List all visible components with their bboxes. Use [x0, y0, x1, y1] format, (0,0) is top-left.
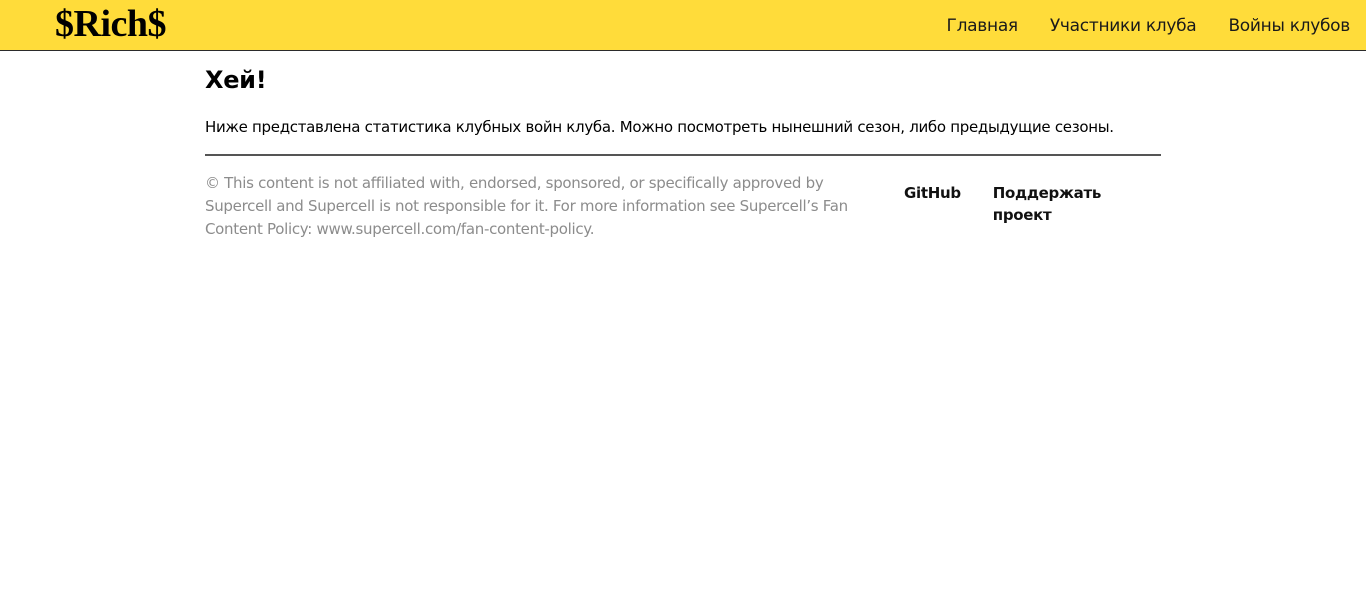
brand-logo[interactable]: $Rich$: [55, 3, 167, 45]
divider: [205, 154, 1161, 156]
nav-link-home[interactable]: Главная: [947, 14, 1019, 38]
fan-content-disclaimer: © This content is not affiliated with, e…: [205, 174, 848, 238]
nav-links: Главная Участники клуба Войны клубов: [947, 14, 1351, 38]
page-heading: Хей!: [205, 66, 267, 94]
nav-link-club-wars[interactable]: Войны клубов: [1228, 14, 1350, 38]
support-project-link[interactable]: Поддержать проект: [993, 182, 1161, 226]
footer-links: GitHub Поддержать проект: [904, 182, 1161, 226]
footer: © This content is not affiliated with, e…: [205, 172, 1161, 252]
nav-link-club-members[interactable]: Участники клуба: [1050, 14, 1197, 38]
intro-text: Ниже представлена статистика клубных вой…: [205, 118, 1114, 136]
github-link[interactable]: GitHub: [904, 182, 961, 226]
navbar: $Rich$ Главная Участники клуба Войны клу…: [0, 0, 1366, 51]
main-content: Хей! Ниже представлена статистика клубны…: [205, 64, 1161, 252]
